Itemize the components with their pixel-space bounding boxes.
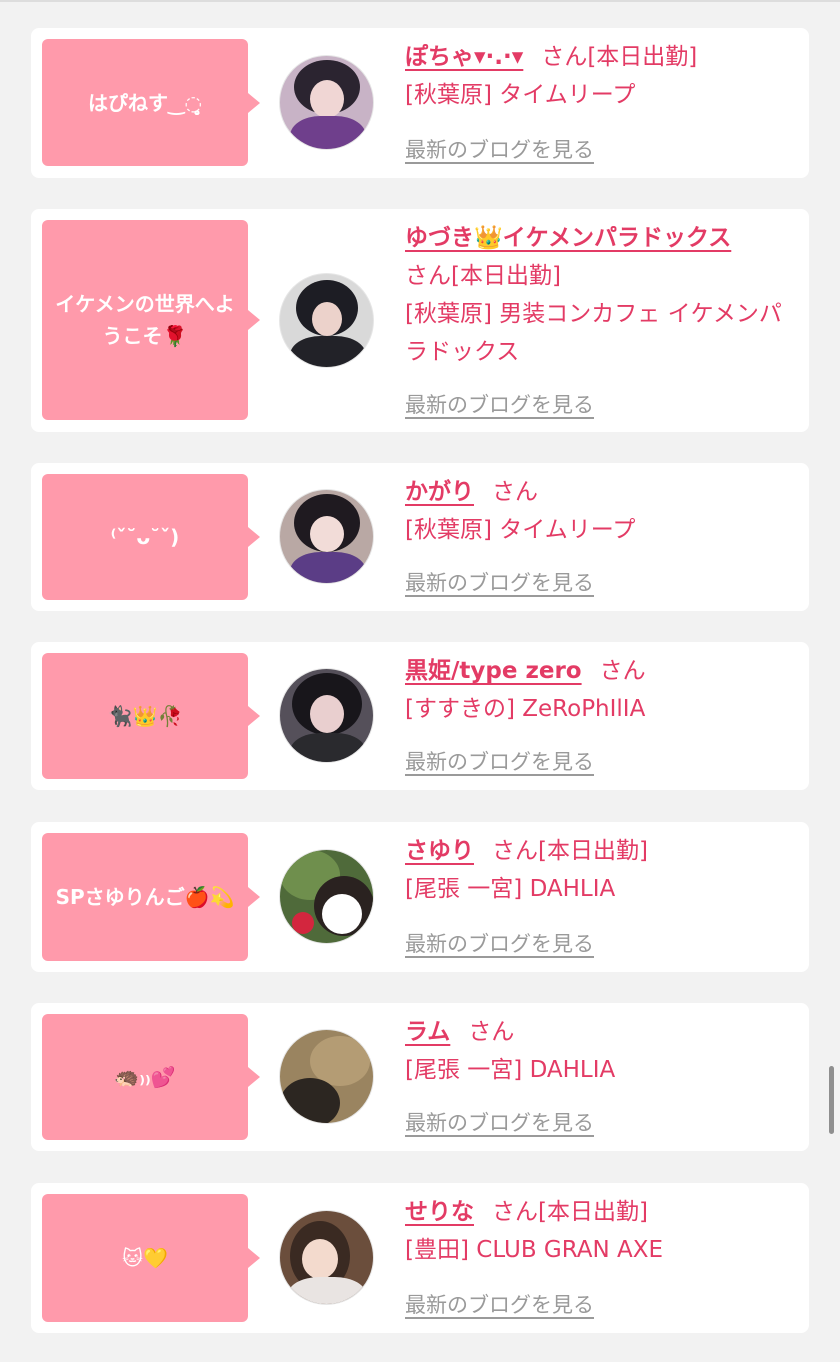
message-bubble: はぴねす‿◌̥̥̥̥̥̥̥̥̥̥̥̥̥̥̥̥̥̥̥̥̥̥̥̥̥̥	[42, 39, 260, 166]
cast-info: 黒姫/type zero さん [すすきの] ZeRoPhIlIA	[405, 652, 797, 728]
face-shape	[310, 516, 344, 552]
area-label: [尾張 一宮]	[405, 1057, 523, 1083]
san-label: さん	[405, 263, 451, 289]
cast-name-link[interactable]: ぽちゃ▾·.·▾	[405, 44, 523, 70]
san-label: さん	[492, 1199, 538, 1225]
cast-info: さゆり さん[本日出勤] [尾張 一宮] DAHLIA	[405, 832, 797, 908]
cast-name-link[interactable]: ゆづき👑イケメンパラドックス	[405, 225, 731, 251]
blog-link[interactable]: 最新のブログを見る	[405, 389, 594, 419]
outfit-shape	[290, 116, 366, 149]
cast-info: ラム さん [尾張 一宮] DAHLIA	[405, 1013, 797, 1089]
cast-card: 🐱💛 せりな さん[本日出勤] [豊田] CLUB GRAN AXE 最新のブログ…	[31, 1183, 809, 1333]
avatar[interactable]	[279, 1210, 374, 1305]
message-bubble: 🐱💛	[42, 1194, 260, 1322]
message-bubble: SPさゆりんご🍎💫	[42, 833, 260, 961]
scrollbar-thumb[interactable]	[829, 1066, 834, 1134]
area-label: [秋葉原]	[405, 517, 492, 543]
face-shape	[302, 1239, 338, 1279]
status-label: [本日出勤]	[538, 1199, 648, 1225]
cast-card: 🦔₎₎💕 ラム さん [尾張 一宮] DAHLIA 最新のブログを見る	[31, 1003, 809, 1151]
cast-name-link[interactable]: ラム	[405, 1019, 450, 1045]
cast-info: かがり さん [秋葉原] タイムリープ	[405, 473, 797, 549]
shop-label: DAHLIA	[529, 1057, 616, 1083]
blog-link[interactable]: 最新のブログを見る	[405, 746, 594, 776]
fruit-shape	[292, 912, 314, 934]
outfit-shape	[288, 1277, 366, 1304]
cast-info: せりな さん[本日出勤] [豊田] CLUB GRAN AXE	[405, 1193, 797, 1269]
san-label: さん	[492, 479, 538, 505]
avatar[interactable]	[279, 1029, 374, 1124]
avatar[interactable]	[279, 489, 374, 584]
area-label: [尾張 一宮]	[405, 876, 523, 902]
outfit-shape	[290, 336, 366, 367]
cast-card: はぴねす‿◌̥̥̥̥̥̥̥̥̥̥̥̥̥̥̥̥̥̥̥̥̥̥̥̥̥̥ ぽちゃ▾·.·…	[31, 28, 809, 178]
avatar[interactable]	[279, 55, 374, 150]
face-shape	[310, 80, 344, 118]
cast-card: イケメンの世界へようこそ🌹 ゆづき👑イケメンパラドックス さん[本日出勤] [秋…	[31, 209, 809, 432]
avatar[interactable]	[279, 273, 374, 368]
blog-link[interactable]: 最新のブログを見る	[405, 1289, 594, 1319]
cast-name-link[interactable]: せりな	[405, 1199, 474, 1225]
cast-card: SPさゆりんご🍎💫 さゆり さん[本日出勤] [尾張 一宮] DAHLIA 最新の…	[31, 822, 809, 972]
outfit-shape	[290, 552, 366, 583]
area-label: [すすきの]	[405, 696, 515, 722]
san-label: さん	[468, 1019, 515, 1045]
message-bubble: イケメンの世界へようこそ🌹	[42, 220, 260, 420]
hair-shape	[280, 1078, 340, 1123]
san-label: さん	[541, 44, 588, 70]
blog-link[interactable]: 最新のブログを見る	[405, 567, 594, 597]
face-shape	[322, 894, 362, 934]
san-label: さん	[599, 658, 646, 684]
status-label: [本日出勤]	[587, 44, 698, 70]
message-bubble: 🦔₎₎💕	[42, 1014, 260, 1140]
area-label: [豊田]	[405, 1237, 469, 1263]
cast-card: ⁽ˇ˘ᴗ˘ˇ) かがり さん [秋葉原] タイムリープ 最新のブログを見る	[31, 463, 809, 611]
shop-label: DAHLIA	[529, 876, 616, 902]
shop-label: タイムリープ	[499, 82, 636, 108]
message-bubble: 🐈‍⬛👑🥀	[42, 653, 260, 779]
cast-info: ぽちゃ▾·.·▾ さん[本日出勤] [秋葉原] タイムリープ	[405, 38, 797, 114]
message-bubble: ⁽ˇ˘ᴗ˘ˇ)	[42, 474, 260, 600]
cast-name-link[interactable]: 黒姫/type zero	[405, 658, 582, 684]
blog-link[interactable]: 最新のブログを見る	[405, 134, 594, 164]
cast-name-link[interactable]: かがり	[405, 479, 474, 505]
shop-label: ZeRoPhIlIA	[522, 696, 646, 722]
avatar[interactable]	[279, 668, 374, 763]
blog-link[interactable]: 最新のブログを見る	[405, 1107, 594, 1137]
area-label: [秋葉原]	[405, 301, 492, 327]
top-divider	[0, 0, 840, 2]
face-shape	[312, 302, 342, 336]
cast-name-link[interactable]: さゆり	[405, 838, 474, 864]
avatar[interactable]	[279, 849, 374, 944]
cast-card: 🐈‍⬛👑🥀 黒姫/type zero さん [すすきの] ZeRoPhIlIA 最…	[31, 642, 809, 790]
shop-label: CLUB GRAN AXE	[476, 1237, 664, 1263]
san-label: さん	[492, 838, 538, 864]
face-shape	[310, 695, 344, 733]
shop-label: タイムリープ	[499, 517, 636, 543]
status-label: [本日出勤]	[451, 263, 561, 289]
blog-link[interactable]: 最新のブログを見る	[405, 928, 594, 958]
outfit-shape	[290, 733, 366, 762]
status-label: [本日出勤]	[538, 838, 648, 864]
cast-info: ゆづき👑イケメンパラドックス さん[本日出勤] [秋葉原] 男装コンカフェ イケ…	[405, 219, 797, 371]
area-label: [秋葉原]	[405, 82, 492, 108]
